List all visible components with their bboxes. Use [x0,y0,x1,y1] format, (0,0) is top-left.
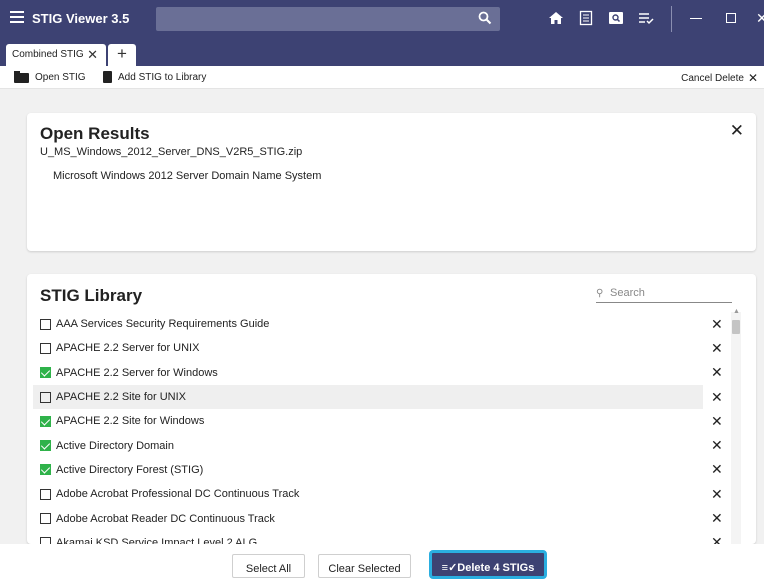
checkbox[interactable] [40,367,51,379]
delete-item-icon[interactable]: ✕ [711,510,723,527]
title-bar: STIG Viewer 3.5 ✕ [0,0,764,38]
checkbox[interactable] [40,440,51,452]
delete-item-icon[interactable]: ✕ [711,389,723,406]
tab-label: Combined STIG [12,49,84,60]
list-item[interactable]: Active Directory Domain ✕ [27,433,730,457]
toolbar: Open STIG Add STIG to Library Cancel Del… [0,66,764,89]
delete-item-icon[interactable]: ✕ [711,437,723,454]
search-placeholder: Search [610,287,645,299]
checkbox[interactable] [40,488,51,500]
minimize-icon[interactable] [690,18,702,19]
tab-close-icon[interactable]: ✕ [87,47,98,63]
delete-item-icon[interactable]: ✕ [711,461,723,478]
checkbox[interactable] [40,391,51,403]
tab-combined-stig[interactable]: Combined STIG ✕ [6,44,106,66]
delete-stigs-button[interactable]: ≡✓Delete 4 STIGs [429,550,547,579]
search-document-icon[interactable] [608,10,624,26]
close-window-icon[interactable]: ✕ [756,10,764,27]
checkbox[interactable] [40,513,51,525]
open-results-title: Open Results [40,124,150,143]
library-search-input[interactable]: ⚲ Search [596,287,732,303]
checkbox[interactable] [40,415,51,427]
document-list-icon[interactable] [578,10,594,26]
menu-icon[interactable] [10,11,24,25]
checkbox[interactable] [40,537,51,544]
list-item[interactable]: Active Directory Forest (STIG) ✕ [27,458,730,482]
book-icon [103,70,112,83]
list-item[interactable]: Akamai KSD Service Impact Level 2 ALG ✕ [27,531,730,544]
cancel-delete-button[interactable]: Cancel Delete ✕ [681,71,758,85]
list-item[interactable]: Adobe Acrobat Professional DC Continuous… [27,482,730,506]
list-item[interactable]: APACHE 2.2 Server for UNIX ✕ [27,336,730,360]
scroll-thumb[interactable] [732,320,740,334]
stig-library-title: STIG Library [40,286,143,305]
list-item[interactable]: AAA Services Security Requirements Guide… [27,312,730,336]
list-item-label: APACHE 2.2 Site for Windows [56,415,205,428]
close-icon: ✕ [747,71,758,85]
list-item-label: APACHE 2.2 Site for UNIX [56,391,187,404]
open-results-file: U_MS_Windows_2012_Server_DNS_V2R5_STIG.z… [40,146,303,158]
delete-item-icon[interactable]: ✕ [711,340,723,357]
select-all-button[interactable]: Select All [232,554,305,578]
add-stig-label: Add STIG to Library [118,72,207,83]
list-item-label: APACHE 2.2 Server for UNIX [56,342,200,355]
global-search-input[interactable] [156,7,500,31]
open-results-description: Microsoft Windows 2012 Server Domain Nam… [53,170,322,182]
separator [671,6,672,32]
checkbox[interactable] [40,464,51,476]
search-icon[interactable] [478,11,492,28]
delete-item-icon[interactable]: ✕ [711,486,723,503]
list-item-label: APACHE 2.2 Server for Windows [56,366,218,379]
list-item[interactable]: APACHE 2.2 Site for Windows ✕ [27,409,730,433]
list-item[interactable]: APACHE 2.2 Site for UNIX ✕ [33,384,723,410]
list-item[interactable]: APACHE 2.2 Server for Windows ✕ [27,361,730,385]
stig-list: AAA Services Security Requirements Guide… [27,312,730,544]
cancel-delete-label: Cancel Delete [681,72,744,84]
list-item[interactable]: Adobe Acrobat Reader DC Continuous Track… [27,506,730,530]
scroll-up-icon[interactable]: ▲ [733,308,740,315]
open-results-card: Open Results U_MS_Windows_2012_Server_DN… [27,113,756,251]
list-item-label: Adobe Acrobat Reader DC Continuous Track [56,512,275,525]
checkbox[interactable] [40,342,51,354]
open-stig-button[interactable]: Open STIG [14,70,86,83]
delete-item-icon[interactable]: ✕ [711,413,723,430]
tab-bar: Combined STIG ✕ + [0,38,764,66]
add-stig-button[interactable]: Add STIG to Library [103,70,207,83]
stig-library-card: STIG Library ⚲ Search AAA Services Secur… [27,274,756,544]
scrollbar[interactable]: ▲ [731,308,741,544]
add-tab-button[interactable]: + [108,44,136,66]
list-item-label: Active Directory Forest (STIG) [56,463,204,476]
app-title: STIG Viewer 3.5 [32,11,130,26]
checklist-icon[interactable] [638,10,654,26]
maximize-icon[interactable] [726,13,736,23]
delete-item-icon[interactable]: ✕ [711,364,723,381]
checkbox[interactable] [40,318,51,330]
home-icon[interactable] [548,10,564,26]
close-icon[interactable]: ✕ [730,121,744,141]
delete-item-icon[interactable]: ✕ [711,316,723,333]
search-icon: ⚲ [596,288,604,299]
list-item-label: Active Directory Domain [56,439,174,452]
delete-item-icon[interactable]: ✕ [711,534,723,544]
clear-selected-button[interactable]: Clear Selected [318,554,411,578]
list-item-label: Akamai KSD Service Impact Level 2 ALG [56,536,258,544]
delete-label: Delete 4 STIGs [457,562,535,574]
folder-icon [14,70,29,83]
open-stig-label: Open STIG [35,72,86,83]
delete-list-icon: ≡✓ [441,562,458,574]
list-item-label: Adobe Acrobat Professional DC Continuous… [56,488,300,501]
footer: Select All Clear Selected ≡✓Delete 4 STI… [0,544,764,579]
list-item-label: AAA Services Security Requirements Guide [56,318,270,331]
